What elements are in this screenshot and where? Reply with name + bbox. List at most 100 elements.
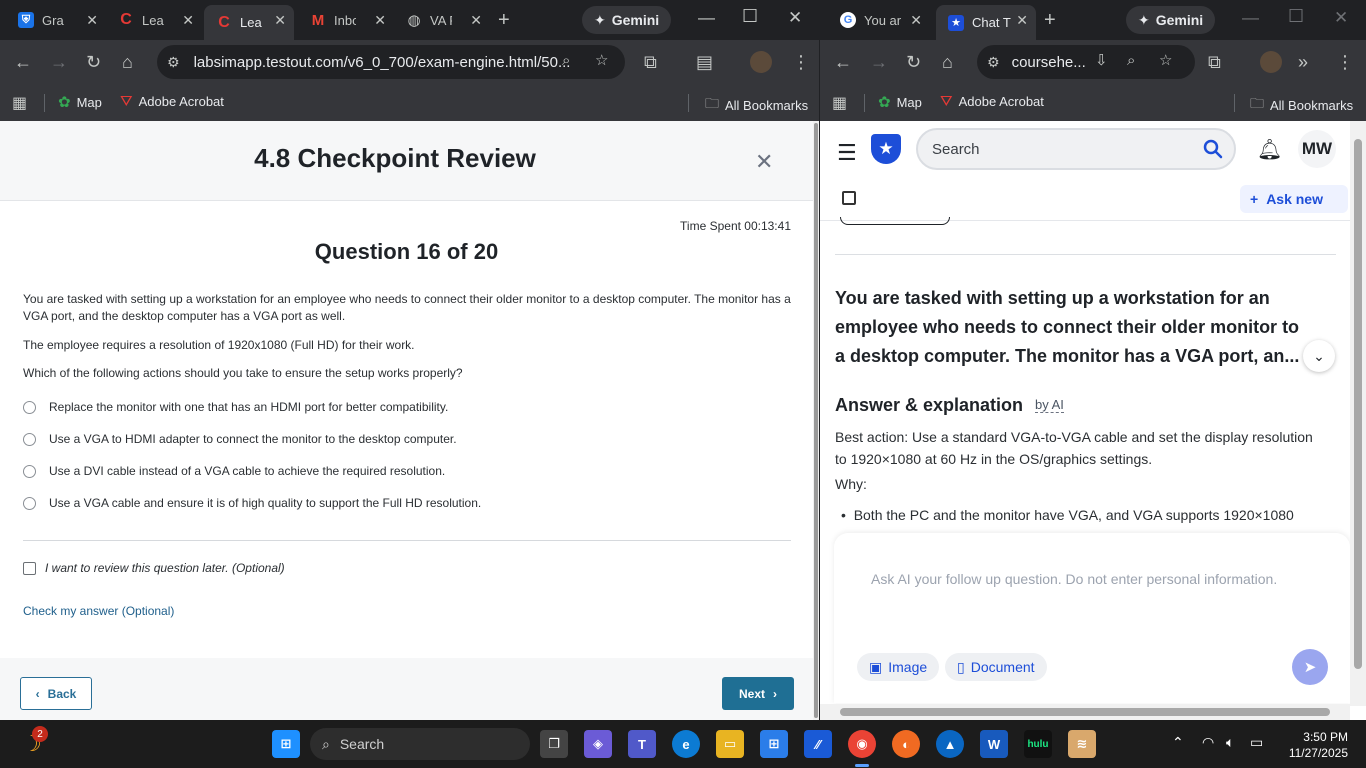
extensions-icon[interactable]: ⧉ (644, 51, 657, 73)
address-bar[interactable]: ⚙ coursehe... ⇩ ⌕ ☆ (977, 45, 1195, 79)
task-view-icon[interactable]: ❐ (540, 730, 568, 758)
tab-grades[interactable]: ⛨ Grad ✕ (6, 5, 106, 35)
mute-speaker-icon[interactable]: 🔈︎ (1226, 734, 1234, 751)
search-icon[interactable] (1202, 138, 1224, 160)
apps-grid-icon[interactable]: ▦ (832, 93, 847, 113)
checkbox[interactable] (23, 561, 36, 575)
reading-mode-icon[interactable]: ▤ (696, 51, 713, 73)
battery-icon[interactable]: ▭ (1250, 734, 1263, 751)
document-button[interactable]: ▯ Document (945, 653, 1047, 681)
apps-grid-icon[interactable]: ▦ (12, 93, 27, 113)
image-button[interactable]: ▣ Image (857, 653, 940, 681)
reload-icon[interactable]: ↻ (906, 51, 921, 73)
app-icon[interactable]: ⁄⁄ (804, 730, 832, 758)
taskbar-search[interactable]: ⌕ Search (310, 728, 530, 760)
chevron-up-icon[interactable]: ⌃ (1172, 734, 1184, 751)
bookmark-map[interactable]: ✿ Map (58, 93, 102, 111)
answer-option-4[interactable]: Use a VGA cable and ensure it is of high… (23, 496, 481, 510)
scrollbar-thumb[interactable] (814, 123, 818, 718)
radio-button[interactable] (23, 464, 36, 478)
tab-chat-active[interactable]: ★ Chat T ✕ (936, 5, 1036, 40)
search-input[interactable]: Search (916, 128, 1236, 170)
close-tab-icon[interactable]: ✕ (182, 12, 194, 29)
scrollbar-thumb[interactable] (840, 708, 1330, 716)
site-info-icon[interactable]: ⚙ (987, 54, 1000, 71)
horizontal-scrollbar[interactable] (820, 704, 1350, 720)
wifi-icon[interactable]: ◠ (1202, 734, 1214, 751)
bookmark-star-icon[interactable]: ☆ (595, 51, 608, 69)
profile-avatar-icon[interactable] (1260, 51, 1282, 73)
review-later-checkbox[interactable]: I want to review this question later. (O… (23, 561, 285, 575)
close-tab-icon[interactable]: ✕ (1016, 12, 1028, 29)
zoom-icon[interactable]: ⌕ (562, 52, 570, 69)
new-tab-icon[interactable]: + (498, 9, 510, 32)
tab-learn-1[interactable]: C Lear ✕ (106, 5, 202, 35)
close-window-icon[interactable]: ✕ (1334, 8, 1348, 28)
zoom-icon[interactable]: ⌕ (1127, 52, 1135, 69)
tab-inbox[interactable]: M Inbo ✕ (298, 5, 394, 35)
crunchyroll-icon[interactable]: ◐ (892, 730, 920, 758)
close-icon[interactable]: ✕ (755, 149, 773, 175)
stack-app-icon[interactable]: ≋ (1068, 730, 1096, 758)
sidebar-toggle-icon[interactable] (842, 191, 856, 205)
back-button[interactable]: ‹ Back (20, 677, 92, 710)
radio-button[interactable] (23, 432, 36, 446)
gemini-button[interactable]: ✦ Gemini (1126, 6, 1216, 34)
scrollbar-thumb[interactable] (1354, 139, 1362, 669)
menu-kebab-icon[interactable]: ⋮ (792, 51, 810, 73)
close-tab-icon[interactable]: ✕ (86, 12, 98, 29)
profile-avatar-icon[interactable] (750, 51, 772, 73)
back-arrow-icon[interactable]: ← (834, 51, 852, 73)
avatar[interactable]: MW (1298, 130, 1336, 168)
install-app-icon[interactable]: ⇩ (1095, 51, 1108, 69)
next-button[interactable]: Next › (722, 677, 794, 710)
copilot-icon[interactable]: ◈ (584, 730, 612, 758)
tab-learn-2-active[interactable]: C Lear ✕ (204, 5, 294, 40)
address-bar[interactable]: ⚙ labsimapp.testout.com/v6_0_700/exam-en… (157, 45, 625, 79)
chevron-down-icon[interactable]: ⌄ (1303, 340, 1335, 372)
site-logo-icon[interactable]: ★ (871, 134, 901, 164)
new-tab-icon[interactable]: + (1044, 9, 1056, 32)
bookmark-map[interactable]: ✿ Map (878, 93, 922, 111)
forward-arrow-icon[interactable]: → (50, 51, 68, 73)
forward-arrow-icon[interactable]: → (870, 51, 888, 73)
answer-option-1[interactable]: Replace the monitor with one that has an… (23, 400, 448, 414)
site-info-icon[interactable]: ⚙ (167, 54, 180, 71)
word-icon[interactable]: W (980, 730, 1008, 758)
tab-va[interactable]: ◍ VA F ✕ (394, 5, 490, 35)
bookmark-adobe[interactable]: ⛛ Adobe Acrobat (940, 93, 1044, 110)
close-window-icon[interactable]: ✕ (788, 8, 802, 28)
reload-icon[interactable]: ↻ (86, 51, 101, 73)
maximize-icon[interactable]: ☐ (742, 6, 758, 27)
hulu-icon[interactable]: hulu (1024, 730, 1052, 758)
back-arrow-icon[interactable]: ← (14, 51, 32, 73)
radio-button[interactable] (23, 496, 36, 510)
file-explorer-icon[interactable]: ▭ (716, 730, 744, 758)
bookmark-star-icon[interactable]: ☆ (1159, 51, 1172, 69)
scrollbar[interactable] (1350, 121, 1366, 706)
extensions-icon[interactable]: ⧉ (1208, 51, 1221, 73)
send-icon[interactable]: ➤ (1292, 649, 1328, 685)
all-bookmarks[interactable]: 🗀 All Bookmarks (705, 93, 808, 117)
ask-new-button[interactable]: + Ask new (1240, 185, 1348, 213)
close-tab-icon[interactable]: ✕ (470, 12, 482, 29)
bell-icon[interactable]: 🔔︎ (1257, 137, 1282, 162)
gemini-button[interactable]: ✦ Gemini (582, 6, 672, 34)
answer-option-2[interactable]: Use a VGA to HDMI adapter to connect the… (23, 432, 457, 446)
composer-input[interactable]: Ask AI your follow up question. Do not e… (871, 571, 1277, 587)
radio-button[interactable] (23, 400, 36, 414)
paramount-icon[interactable]: ▲ (936, 730, 964, 758)
check-answer-link[interactable]: Check my answer (Optional) (23, 604, 174, 618)
system-clock[interactable]: 3:50 PM 11/27/2025 (1272, 729, 1348, 761)
all-bookmarks[interactable]: 🗀 All Bookmarks (1250, 93, 1353, 117)
bookmark-adobe[interactable]: ⛛ Adobe Acrobat (120, 93, 224, 110)
chat-composer[interactable]: Ask AI your follow up question. Do not e… (834, 533, 1350, 703)
maximize-icon[interactable]: ☐ (1288, 6, 1304, 27)
windows-start-icon[interactable]: ⊞ (272, 730, 300, 758)
close-tab-icon[interactable]: ✕ (910, 12, 922, 29)
more-chevrons-icon[interactable]: » (1298, 51, 1308, 73)
minimize-icon[interactable]: — (1242, 8, 1259, 28)
store-icon[interactable]: ⊞ (760, 730, 788, 758)
chrome-icon[interactable]: ◉ (848, 730, 876, 758)
teams-icon[interactable]: T (628, 730, 656, 758)
